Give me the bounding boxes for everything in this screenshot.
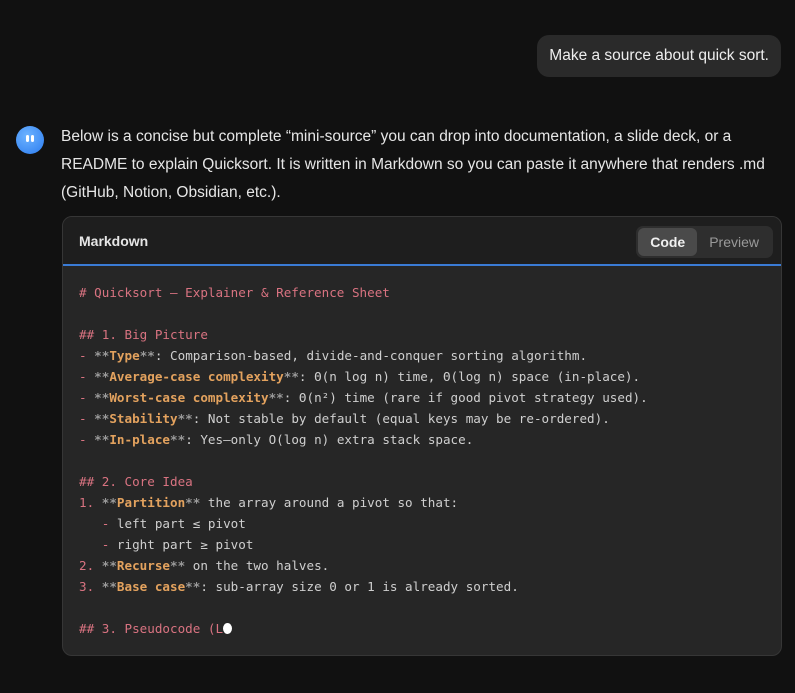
code-token: **	[170, 432, 186, 447]
code-line: 2. **Recurse** on the two halves.	[79, 555, 648, 576]
code-token: 2.	[79, 558, 102, 573]
code-line: - right part ≥ pivot	[79, 534, 648, 555]
code-token: In-place	[109, 432, 171, 447]
code-token: : sub-array size 0 or 1 is already sorte…	[200, 579, 519, 594]
code-token: **	[185, 579, 201, 594]
code-token: ## 2. Core Idea	[79, 474, 193, 489]
code-line: - **In-place**: Yes—only O(log n) extra …	[79, 429, 648, 450]
code-token: : Not stable by default (equal keys may …	[192, 411, 610, 426]
code-token: ## 3. Pseudocode (L	[79, 621, 224, 636]
code-token: **	[101, 558, 117, 573]
code-token: **	[94, 348, 110, 363]
code-line: ## 1. Big Picture	[79, 324, 648, 345]
code-token: Partition	[116, 495, 186, 510]
code-token: **	[101, 495, 117, 510]
code-line: - **Average-case complexity**: Θ(n log n…	[79, 366, 648, 387]
code-token: # Quicksort – Explainer & Reference Shee…	[79, 285, 390, 300]
code-token: **	[101, 579, 117, 594]
code-token: **	[283, 369, 299, 384]
code-line: # Quicksort – Explainer & Reference Shee…	[79, 282, 648, 303]
code-language-label: Markdown	[79, 233, 149, 249]
code-token: -	[79, 516, 117, 531]
code-token: : Yes—only O(log n) extra stack space.	[185, 432, 474, 447]
code-line: - **Type**: Comparison-based, divide-and…	[79, 345, 648, 366]
code-token: **	[94, 432, 110, 447]
code-token: Type	[109, 348, 140, 363]
code-token: **	[94, 411, 110, 426]
code-token: **	[268, 390, 284, 405]
code-token: Base case	[116, 579, 186, 594]
code-token: -	[79, 432, 95, 447]
code-block: Markdown Code Preview # Quicksort – Expl…	[62, 216, 782, 656]
code-token: ## 1. Big Picture	[79, 327, 208, 342]
code-token: right part ≥ pivot	[116, 537, 254, 552]
code-token: -	[79, 348, 95, 363]
code-line: ## 2. Core Idea	[79, 471, 648, 492]
assistant-avatar-icon	[16, 126, 44, 154]
assistant-intro: Below is a concise but complete “mini-so…	[61, 128, 765, 201]
code-token: the array around a pivot so that:	[200, 495, 459, 510]
tab-preview[interactable]: Preview	[697, 228, 771, 256]
code-token: : Θ(n log n) time, Θ(log n) space (in-pl…	[298, 369, 641, 384]
code-token: -	[79, 369, 95, 384]
code-token: Recurse	[116, 558, 170, 573]
code-token: **	[139, 348, 155, 363]
code-token: -	[79, 537, 117, 552]
code-token: **	[177, 411, 193, 426]
user-message-text: Make a source about quick sort.	[549, 47, 769, 64]
code-token: 3.	[79, 579, 102, 594]
view-toggle: Code Preview	[636, 226, 773, 258]
code-token: on the two halves.	[185, 558, 330, 573]
tab-code[interactable]: Code	[638, 228, 698, 256]
code-token: **	[94, 390, 110, 405]
code-token: Worst-case complexity	[109, 390, 269, 405]
code-line: ## 3. Pseudocode (L	[79, 618, 648, 639]
code-token: -	[79, 390, 95, 405]
code-content: # Quicksort – Explainer & Reference Shee…	[79, 282, 648, 639]
code-block-header: Markdown Code Preview	[63, 217, 781, 266]
code-token: Stability	[109, 411, 178, 426]
code-token: : Comparison-based, divide-and-conquer s…	[154, 348, 588, 363]
code-token: 1.	[79, 495, 102, 510]
code-token: : Θ(n²) time (rare if good pivot strateg…	[283, 390, 648, 405]
code-token: **	[170, 558, 186, 573]
code-line: - left part ≤ pivot	[79, 513, 648, 534]
code-line: 3. **Base case**: sub-array size 0 or 1 …	[79, 576, 648, 597]
streaming-cursor-icon	[223, 623, 233, 634]
code-token: -	[79, 411, 95, 426]
user-message: Make a source about quick sort.	[537, 35, 781, 77]
code-token: Average-case complexity	[109, 369, 284, 384]
code-token: **	[185, 495, 201, 510]
code-token: left part ≤ pivot	[116, 516, 246, 531]
code-line: 1. **Partition** the array around a pivo…	[79, 492, 648, 513]
code-line: - **Stability**: Not stable by default (…	[79, 408, 648, 429]
code-token: **	[94, 369, 110, 384]
code-line: - **Worst-case complexity**: Θ(n²) time …	[79, 387, 648, 408]
